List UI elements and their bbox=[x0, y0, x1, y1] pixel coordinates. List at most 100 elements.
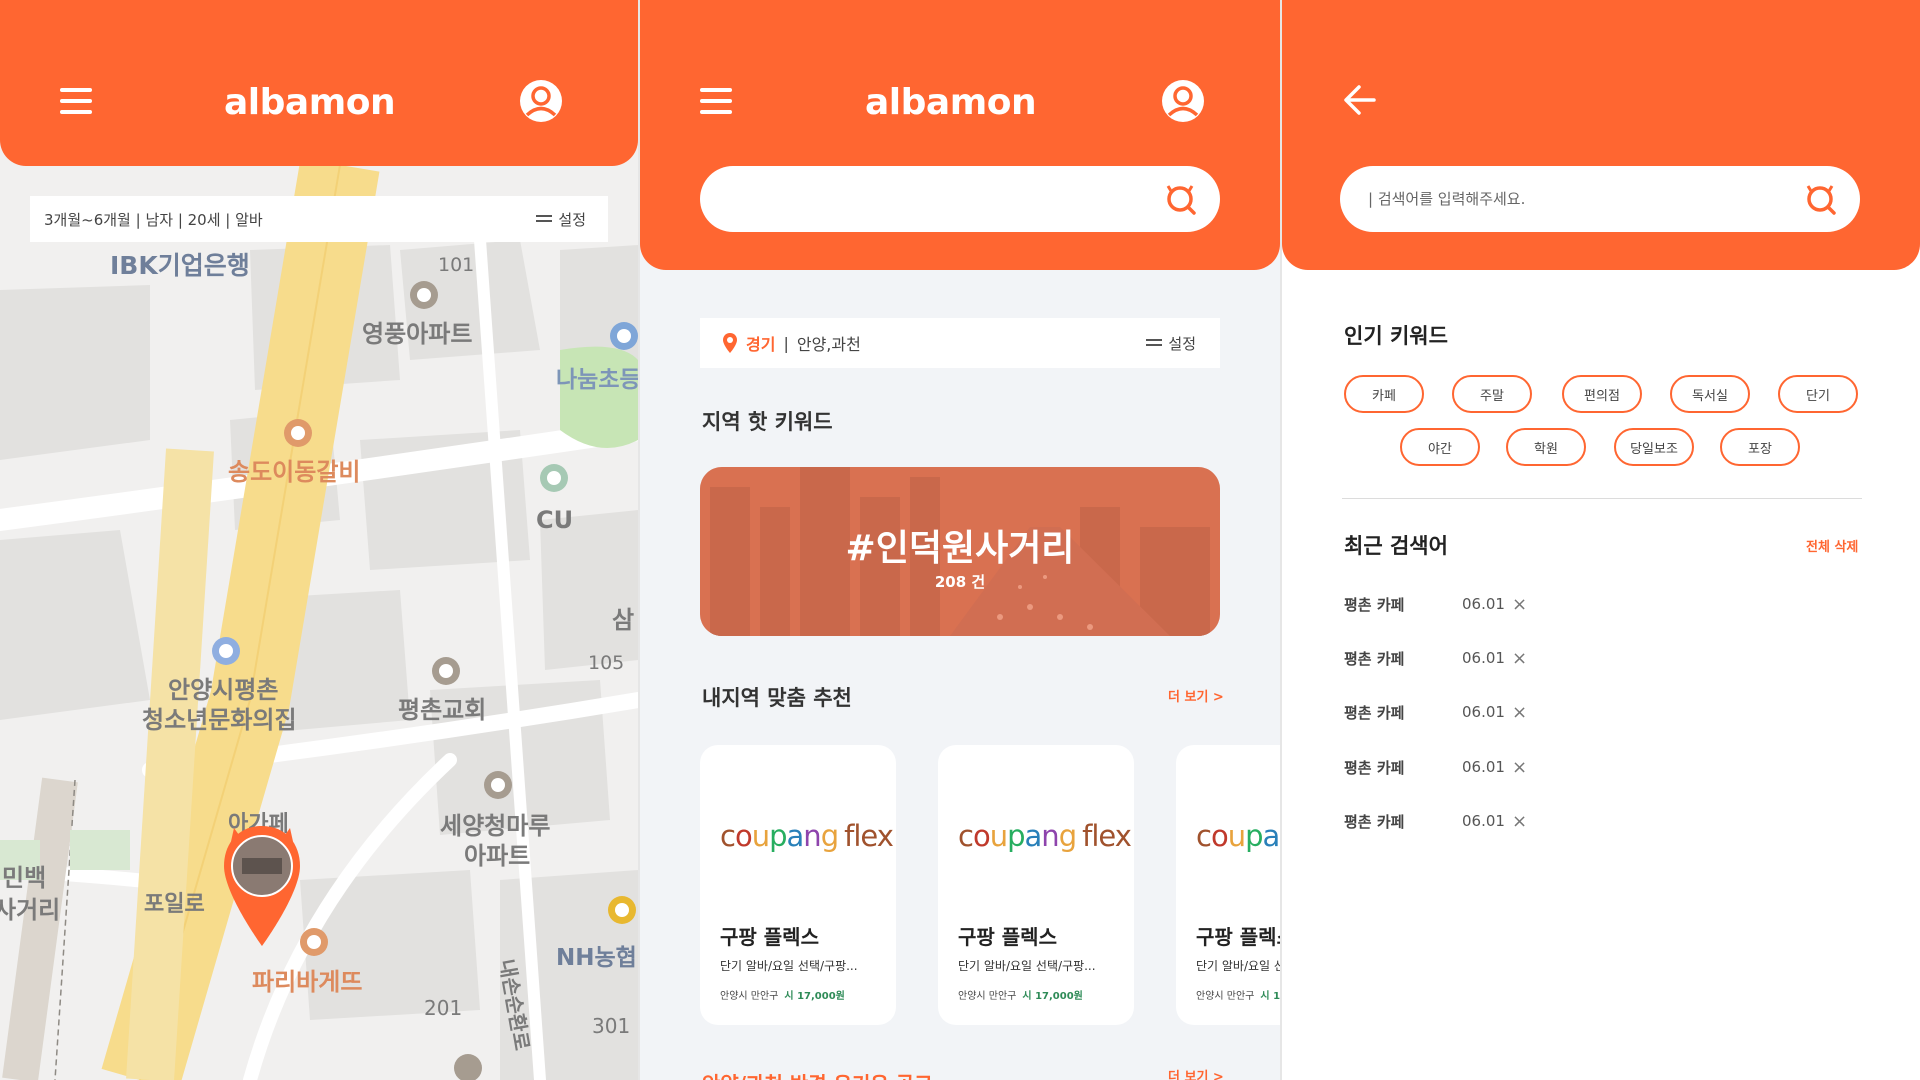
remove-search-icon[interactable]: × bbox=[1512, 757, 1527, 778]
map-label-school: 나눔초등 bbox=[556, 367, 638, 393]
keyword-chip[interactable]: 주말 bbox=[1452, 375, 1532, 413]
recent-search-item: 평촌 카페 06.01 × bbox=[1344, 809, 1527, 833]
recommend-more-link[interactable]: 더 보기 > bbox=[1168, 686, 1224, 705]
search-input[interactable] bbox=[728, 166, 1148, 232]
remove-search-icon[interactable]: × bbox=[1512, 811, 1527, 832]
hot-keyword-card[interactable]: #인덕원사거리 208 건 bbox=[700, 467, 1220, 636]
map-label-building-301: 301 bbox=[592, 1014, 631, 1038]
keyword-chip[interactable]: 단기 bbox=[1778, 375, 1858, 413]
map-label-road: 포일로 bbox=[144, 892, 205, 917]
keyword-chip[interactable]: 야간 bbox=[1400, 428, 1480, 466]
keyword-chip[interactable]: 당일보조 bbox=[1614, 428, 1694, 466]
job-location: 안양시 만안구 bbox=[720, 991, 779, 1002]
home-screen: albamon 경기 | 안양,과천 설정 지역 핫 키워드 #인덕원사거리 2… bbox=[640, 0, 1280, 1080]
map-label-cu: CU bbox=[536, 506, 574, 534]
job-description: 단기 알바/요일 선택/구팡... bbox=[1196, 959, 1280, 973]
search-icon[interactable] bbox=[1804, 182, 1838, 216]
recent-search-term[interactable]: 평촌 카페 bbox=[1344, 811, 1462, 832]
job-title: 구팡 플렉스 bbox=[1196, 925, 1280, 949]
hot-keyword-count: 208 건 bbox=[934, 573, 986, 591]
job-card[interactable]: coupangflex 구팡 플렉스 단기 알바/요일 선택/구팡... 안양시… bbox=[700, 745, 896, 1025]
location-setting-label: 설정 bbox=[1168, 334, 1196, 353]
recent-search-item: 평촌 카페 06.01 × bbox=[1344, 700, 1527, 724]
recent-search-item: 평촌 카페 06.01 × bbox=[1344, 646, 1527, 670]
search-screen: 인기 키워드 카페 주말 편의점 독서실 단기 야간 학원 당일보조 포장 최근… bbox=[1282, 0, 1920, 1080]
menu-icon[interactable] bbox=[700, 88, 734, 116]
map-label-restaurant: 송도이동갈비 bbox=[228, 458, 361, 486]
recent-search-term[interactable]: 평촌 카페 bbox=[1344, 648, 1462, 669]
location-bar[interactable]: 경기 | 안양,과천 설정 bbox=[700, 318, 1220, 368]
search-box[interactable] bbox=[1340, 166, 1860, 232]
company-logo: coupangflex bbox=[958, 819, 1132, 853]
recent-search-term[interactable]: 평촌 카페 bbox=[1344, 757, 1462, 778]
keyword-chip[interactable]: 독서실 bbox=[1670, 375, 1750, 413]
recent-search-term[interactable]: 평촌 카페 bbox=[1344, 594, 1462, 615]
map-label-edge: 삼 bbox=[612, 606, 635, 634]
map-pin-icon[interactable] bbox=[220, 822, 304, 950]
map-screen: IBK기업은행 101 영풍아파트 나눔초등 송도이동갈비 CU 삼 105 안… bbox=[0, 0, 638, 1080]
nearby-more-link[interactable]: 더 보기 > bbox=[1168, 1066, 1224, 1080]
company-logo: coupangflex bbox=[720, 819, 894, 853]
map-header: albamon bbox=[0, 0, 638, 166]
clear-all-button[interactable]: 전체 삭제 bbox=[1806, 536, 1858, 555]
location-region: 경기 bbox=[746, 335, 776, 354]
popular-keywords-title: 인기 키워드 bbox=[1344, 324, 1448, 348]
user-icon[interactable] bbox=[1160, 78, 1206, 124]
recent-search-date: 06.01 bbox=[1462, 758, 1505, 776]
back-arrow-icon[interactable] bbox=[1342, 82, 1378, 118]
location-setting-button[interactable]: 설정 bbox=[1146, 333, 1196, 354]
remove-search-icon[interactable]: × bbox=[1512, 648, 1527, 669]
recent-search-date: 06.01 bbox=[1462, 649, 1505, 667]
map-label-bank: IBK기업은행 bbox=[110, 251, 250, 280]
menu-icon[interactable] bbox=[60, 88, 94, 116]
job-description: 단기 알바/요일 선택/구팡... bbox=[958, 959, 1096, 973]
recent-search-term[interactable]: 평촌 카페 bbox=[1344, 702, 1462, 723]
recent-searches-title: 최근 검색어 bbox=[1344, 534, 1448, 558]
location-area: 안양,과천 bbox=[796, 335, 861, 354]
app-logo: albamon bbox=[865, 82, 1037, 123]
map-label-apartment: 영풍아파트 bbox=[362, 320, 473, 348]
keyword-chip[interactable]: 학원 bbox=[1506, 428, 1586, 466]
map-label-building-105: 105 bbox=[588, 652, 625, 674]
job-title: 구팡 플렉스 bbox=[958, 925, 1057, 949]
map-label-intersection-2: 사거리 bbox=[0, 896, 61, 924]
filter-bar[interactable]: 3개월~6개월 | 남자 | 20세 | 알바 설정 bbox=[30, 196, 608, 242]
job-location: 안양시 만안구 bbox=[958, 991, 1017, 1002]
job-location: 안양시 만안구 bbox=[1196, 991, 1255, 1002]
search-header bbox=[1282, 0, 1920, 270]
map-label-building-201: 201 bbox=[424, 996, 463, 1020]
recent-search-date: 06.01 bbox=[1462, 812, 1505, 830]
map-label-youth-center-2: 청소년문화의집 bbox=[142, 706, 297, 734]
job-pay: 시 17,000원 bbox=[1260, 991, 1280, 1002]
remove-search-icon[interactable]: × bbox=[1512, 594, 1527, 615]
recent-search-date: 06.01 bbox=[1462, 595, 1505, 613]
keyword-chip[interactable]: 편의점 bbox=[1562, 375, 1642, 413]
home-header: albamon bbox=[640, 0, 1280, 270]
remove-search-icon[interactable]: × bbox=[1512, 702, 1527, 723]
company-logo: coupangflex bbox=[1196, 819, 1280, 853]
filter-summary: 3개월~6개월 | 남자 | 20세 | 알바 bbox=[44, 210, 263, 229]
search-icon[interactable] bbox=[1164, 182, 1198, 216]
job-meta: 안양시 만안구 시 17,000원 bbox=[958, 987, 1083, 1002]
hot-keyword-tag: #인덕원사거리 bbox=[845, 528, 1075, 569]
recent-search-date: 06.01 bbox=[1462, 703, 1505, 721]
sliders-icon bbox=[536, 214, 553, 224]
job-pay: 시 17,000원 bbox=[1022, 991, 1083, 1002]
nearby-jobs-title: 안양/과천 반경 유기유 공고 bbox=[702, 1068, 933, 1080]
job-card[interactable]: coupangflex 구팡 플렉스 단기 알바/요일 선택/구팡... 안양시… bbox=[938, 745, 1134, 1025]
location-separator: | bbox=[783, 333, 789, 353]
section-divider bbox=[1342, 498, 1862, 499]
job-card[interactable]: coupangflex 구팡 플렉스 단기 알바/요일 선택/구팡... 안양시… bbox=[1176, 745, 1280, 1025]
job-meta: 안양시 만안구 시 17,000원 bbox=[720, 987, 845, 1002]
filter-setting-button[interactable]: 설정 bbox=[536, 209, 586, 230]
keyword-chip[interactable]: 포장 bbox=[1720, 428, 1800, 466]
hot-keyword-title: 지역 핫 키워드 bbox=[702, 410, 833, 434]
location-selector[interactable]: 경기 | 안양,과천 bbox=[722, 331, 861, 355]
search-box[interactable] bbox=[700, 166, 1220, 232]
search-input[interactable] bbox=[1368, 166, 1788, 232]
map-label-bank-2: NH농협 bbox=[556, 945, 637, 971]
user-icon[interactable] bbox=[518, 78, 564, 124]
map-label-bakery: 파리바게뜨 bbox=[252, 968, 363, 996]
keyword-chip[interactable]: 카페 bbox=[1344, 375, 1424, 413]
screens-stage: IBK기업은행 101 영풍아파트 나눔초등 송도이동갈비 CU 삼 105 안… bbox=[0, 0, 1920, 1080]
